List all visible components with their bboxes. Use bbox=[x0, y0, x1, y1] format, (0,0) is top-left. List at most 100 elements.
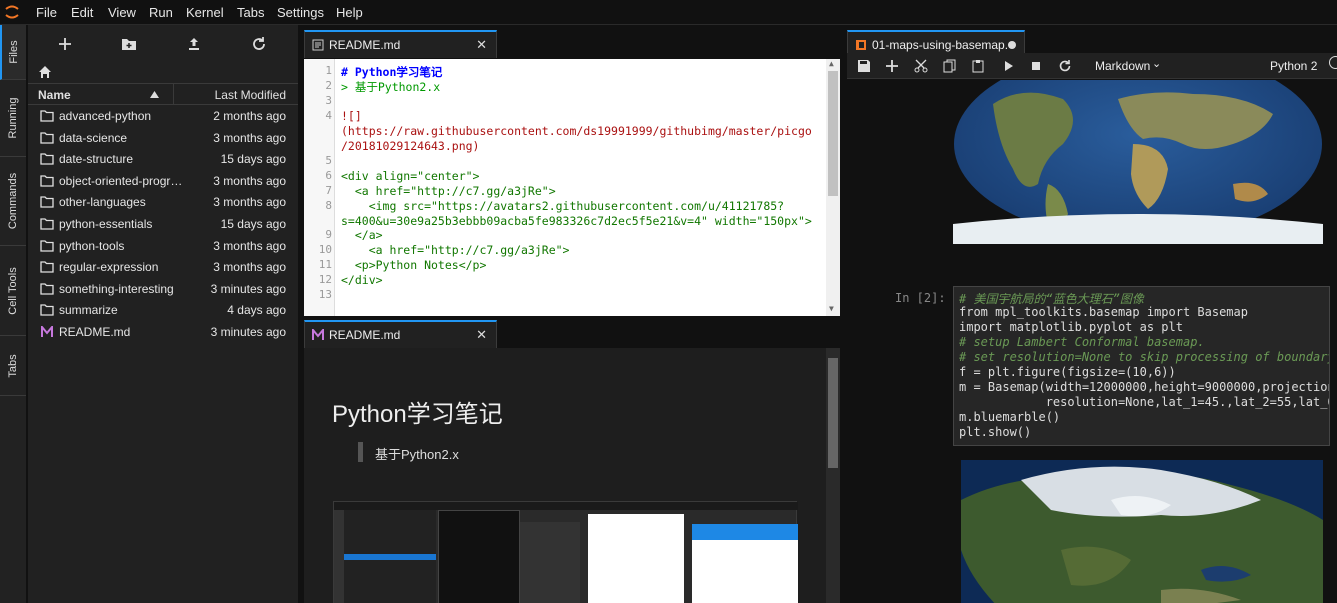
new-folder-icon[interactable] bbox=[120, 35, 138, 53]
new-launcher-icon[interactable] bbox=[56, 35, 74, 53]
close-icon[interactable]: ✕ bbox=[476, 327, 487, 343]
menu-settings[interactable]: Settings bbox=[277, 5, 324, 20]
menu-run[interactable]: Run bbox=[149, 5, 173, 20]
preview-heading: Python学习笔记 bbox=[332, 401, 503, 428]
file-row[interactable]: data-science 3 months ago bbox=[28, 128, 298, 150]
file-row[interactable]: python-tools 3 months ago bbox=[28, 236, 298, 258]
folder-icon bbox=[40, 175, 54, 187]
left-sidebar-tabbar: Files Running Commands Cell Tools Tabs bbox=[0, 25, 26, 603]
preview-screenshot-image bbox=[333, 501, 798, 603]
notebook-content: In [2]: # 美国宇航局的“蓝色大理石”图像 from mpl_toolki… bbox=[847, 80, 1337, 603]
menu-kernel[interactable]: Kernel bbox=[186, 5, 224, 20]
jupyter-logo-icon bbox=[5, 5, 19, 19]
refresh-icon[interactable] bbox=[250, 35, 268, 53]
markdown-preview: Python学习笔记 基于Python2.x bbox=[304, 348, 840, 603]
tab-tabs[interactable]: Tabs bbox=[0, 336, 26, 396]
scroll-down-icon[interactable]: ▼ bbox=[829, 304, 834, 313]
file-name: date-structure bbox=[59, 152, 134, 167]
code-line: (https://raw.githubusercontent.com/ds199… bbox=[341, 123, 812, 138]
close-icon[interactable]: ✕ bbox=[476, 37, 487, 53]
line-number: 3 bbox=[325, 93, 332, 107]
kernel-status-icon bbox=[1329, 56, 1337, 69]
file-row[interactable]: object-oriented-programming 3 months ago bbox=[28, 171, 298, 193]
menu-help[interactable]: Help bbox=[336, 5, 363, 20]
copy-icon[interactable] bbox=[943, 59, 957, 73]
file-name: something-interesting bbox=[59, 281, 174, 296]
menu-edit[interactable]: Edit bbox=[71, 5, 93, 20]
column-name[interactable]: Name bbox=[38, 88, 71, 102]
home-icon[interactable] bbox=[38, 65, 52, 79]
line-number: 7 bbox=[325, 183, 332, 197]
file-modified: 3 minutes ago bbox=[210, 281, 286, 296]
file-modified: 15 days ago bbox=[220, 217, 286, 231]
code-line: # setup Lambert Conformal basemap. bbox=[959, 335, 1205, 349]
code-line: <a href="http://c7.gg/a3jRe"> bbox=[341, 243, 570, 258]
folder-icon bbox=[40, 196, 54, 209]
file-modified: 3 months ago bbox=[213, 195, 286, 210]
markdown-file-icon bbox=[312, 329, 324, 340]
cut-icon[interactable] bbox=[914, 59, 928, 73]
scroll-thumb[interactable] bbox=[828, 358, 838, 468]
file-row[interactable]: other-languages 3 months ago bbox=[28, 192, 298, 214]
code-cell[interactable]: # 美国宇航局的“蓝色大理石”图像 from mpl_toolkits.basem… bbox=[953, 286, 1330, 446]
folder-icon bbox=[40, 110, 54, 122]
folder-icon bbox=[40, 304, 54, 317]
file-name: python-essentials bbox=[59, 217, 153, 231]
file-row[interactable]: advanced-python 2 months ago bbox=[28, 106, 298, 128]
line-number: 6 bbox=[325, 168, 332, 182]
file-name: python-tools bbox=[59, 238, 125, 253]
file-name: regular-expression bbox=[59, 260, 159, 275]
tab-label: README.md bbox=[329, 38, 401, 52]
folder-icon bbox=[40, 131, 54, 144]
menu-tabs[interactable]: Tabs bbox=[237, 5, 264, 20]
code-line: from mpl_toolkits.basemap import Basemap bbox=[959, 305, 1248, 319]
markdown-editor[interactable]: 1 # Python学习笔记 2 > 基于Python2.x 3 4 ![] (https:/… bbox=[304, 59, 840, 316]
upload-icon[interactable] bbox=[185, 35, 203, 53]
code-line: /20181029124643.png) bbox=[341, 138, 480, 153]
line-number: 5 bbox=[325, 153, 332, 167]
file-modified: 3 months ago bbox=[213, 260, 286, 275]
sort-up-icon[interactable] bbox=[150, 91, 159, 98]
line-number: 1 bbox=[325, 64, 332, 77]
code-line: <div align="center"> bbox=[341, 168, 480, 183]
stop-icon[interactable] bbox=[1029, 59, 1043, 73]
code-line: ![] bbox=[341, 108, 362, 123]
scroll-thumb[interactable] bbox=[828, 71, 838, 196]
file-row[interactable]: summarize 4 days ago bbox=[28, 300, 298, 322]
file-row[interactable]: regular-expression 3 months ago bbox=[28, 257, 298, 279]
paste-icon[interactable] bbox=[971, 59, 985, 73]
tab-files[interactable]: Files bbox=[0, 25, 26, 80]
run-icon[interactable] bbox=[1001, 59, 1015, 73]
file-modified: 15 days ago bbox=[220, 152, 286, 167]
line-number: 4 bbox=[325, 108, 332, 122]
code-line: # Python学习笔记 bbox=[341, 65, 443, 79]
preview-scrollbar[interactable] bbox=[826, 348, 840, 603]
file-row[interactable]: something-interesting 3 minutes ago bbox=[28, 279, 298, 301]
file-row[interactable]: date-structure 15 days ago bbox=[28, 149, 298, 171]
insert-cell-icon[interactable] bbox=[885, 59, 899, 73]
file-name: advanced-python bbox=[59, 109, 152, 123]
unsaved-dot-icon[interactable] bbox=[1008, 41, 1016, 49]
restart-icon[interactable] bbox=[1058, 59, 1072, 73]
file-row[interactable]: python-essentials 15 days ago bbox=[28, 214, 298, 236]
file-row[interactable]: README.md 3 minutes ago bbox=[28, 322, 298, 344]
menu-file[interactable]: File bbox=[36, 5, 57, 20]
tab-label: 01-maps-using-basemap.ipynb bbox=[872, 38, 1008, 52]
tab-readme-editor[interactable]: README.md ✕ bbox=[304, 30, 497, 58]
blockquote-bar bbox=[358, 442, 363, 462]
editor-scrollbar[interactable]: ▲ ▼ bbox=[826, 59, 840, 316]
kernel-name[interactable]: Python 2 bbox=[1270, 59, 1317, 73]
chevron-down-icon[interactable]: ⌄ bbox=[1152, 57, 1161, 70]
save-icon[interactable] bbox=[857, 59, 871, 73]
tab-readme-preview[interactable]: README.md ✕ bbox=[304, 320, 497, 348]
tab-commands[interactable]: Commands bbox=[0, 157, 26, 246]
file-name: object-oriented-programming bbox=[59, 173, 189, 188]
scroll-up-icon[interactable]: ▲ bbox=[829, 59, 834, 68]
tab-running[interactable]: Running bbox=[0, 80, 26, 157]
cell-type-select[interactable]: Markdown bbox=[1095, 59, 1150, 73]
tab-cell-tools[interactable]: Cell Tools bbox=[0, 246, 26, 336]
tab-label: README.md bbox=[329, 328, 401, 342]
file-modified: 3 minutes ago bbox=[210, 325, 286, 339]
column-last-modified[interactable]: Last Modified bbox=[215, 88, 286, 102]
menu-view[interactable]: View bbox=[108, 5, 136, 20]
